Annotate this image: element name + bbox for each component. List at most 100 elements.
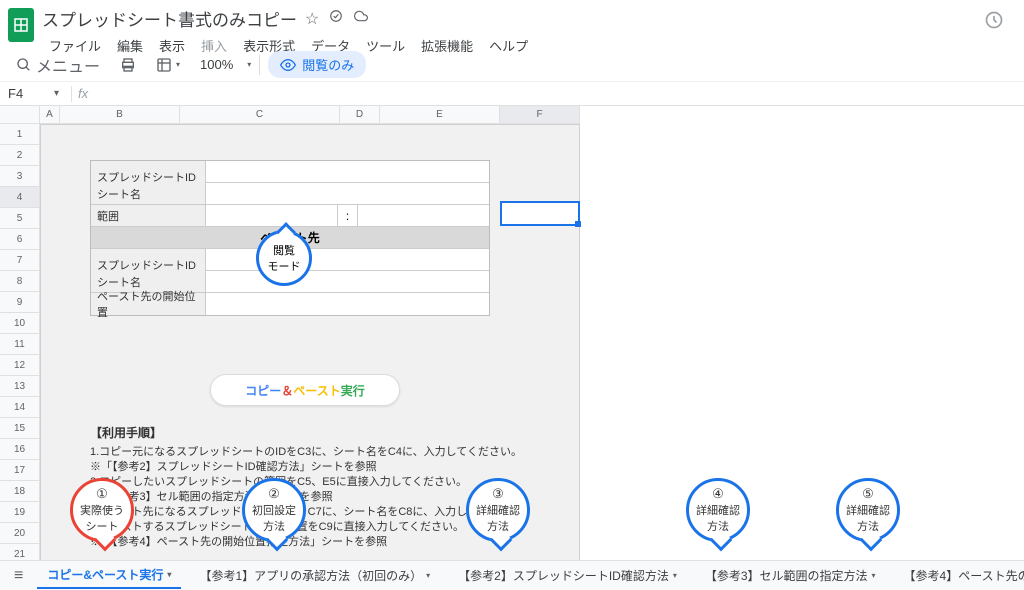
all-sheets-icon[interactable]: ≡ bbox=[8, 567, 29, 585]
row-header[interactable]: 9 bbox=[0, 292, 40, 313]
instruction-line: 4.ペーストするスプレッドシートの開始位置をC9に直接入力してください。 bbox=[90, 520, 532, 535]
row-header[interactable]: 18 bbox=[0, 481, 40, 502]
callout-num: ③ bbox=[492, 486, 504, 502]
sheets-logo-icon[interactable] bbox=[8, 8, 34, 42]
exec-amp: ＆ bbox=[281, 382, 293, 399]
field-dest-start[interactable] bbox=[206, 293, 489, 315]
exec-part3: 実行 bbox=[341, 382, 365, 399]
menu-search-label: メニュー bbox=[36, 53, 100, 77]
field-dest-id[interactable] bbox=[206, 249, 489, 270]
reference-bar: F4 ▾ fx bbox=[0, 82, 1024, 106]
print-icon[interactable] bbox=[114, 53, 142, 77]
label-dest-start: ペースト先の開始位置 bbox=[91, 293, 206, 315]
menu-help[interactable]: ヘルプ bbox=[482, 33, 535, 58]
callout-text: 初回設定 bbox=[252, 502, 296, 518]
menu-tools[interactable]: ツール bbox=[359, 33, 412, 58]
callout-text: 詳細確認 bbox=[476, 502, 520, 518]
row-header[interactable]: 8 bbox=[0, 271, 40, 292]
row-header[interactable]: 15 bbox=[0, 418, 40, 439]
cell-reference[interactable]: F4 bbox=[0, 86, 48, 101]
callout-num: ⑤ bbox=[862, 486, 874, 502]
exec-part2: ペースト bbox=[293, 382, 340, 399]
callout-text: モード bbox=[268, 258, 301, 274]
field-source-sheet[interactable] bbox=[206, 183, 489, 204]
sheet-tab-3[interactable]: 【参考2】スプレッドシートID確認方法▾ bbox=[448, 563, 687, 588]
row-header[interactable]: 14 bbox=[0, 397, 40, 418]
chevron-down-icon[interactable]: ▾ bbox=[673, 571, 677, 580]
view-only-badge[interactable]: 閲覧のみ bbox=[268, 51, 366, 78]
chevron-down-icon[interactable]: ▾ bbox=[167, 570, 171, 579]
star-icon[interactable]: ☆ bbox=[305, 9, 319, 29]
execute-button[interactable]: コピー ＆ ペースト 実行 bbox=[210, 374, 400, 406]
instruction-line: ※「【参考2】スプレッドシートID確認方法」シートを参照 bbox=[90, 460, 532, 475]
row-header[interactable]: 19 bbox=[0, 502, 40, 523]
instruction-line: 1.コピー元になるスプレッドシートのIDをC3に、シート名をC4に、入力してくだ… bbox=[90, 445, 532, 460]
col-header-B[interactable]: B bbox=[60, 106, 180, 124]
callout-4: ④ 詳細確認 方法 bbox=[686, 478, 750, 542]
col-header-A[interactable]: A bbox=[40, 106, 60, 124]
tab-label: 【参考1】アプリの承認方法（初回のみ） bbox=[199, 567, 422, 584]
select-all-corner[interactable] bbox=[0, 106, 40, 124]
callout-2: ② 初回設定 方法 bbox=[242, 478, 306, 542]
search-menu-button[interactable]: メニュー bbox=[10, 49, 106, 81]
cloud-icon[interactable] bbox=[353, 9, 369, 28]
row-header[interactable]: 3 bbox=[0, 166, 40, 187]
field-range-start[interactable] bbox=[206, 205, 338, 226]
col-header-D[interactable]: D bbox=[340, 106, 380, 124]
tab-label: コピー&ペースト実行 bbox=[47, 566, 163, 583]
menu-extensions[interactable]: 拡張機能 bbox=[414, 33, 480, 58]
callout-3: ③ 詳細確認 方法 bbox=[466, 478, 530, 542]
row-header[interactable]: 13 bbox=[0, 376, 40, 397]
filter-icon[interactable]: ▾ bbox=[150, 53, 186, 77]
row-header[interactable]: 1 bbox=[0, 124, 40, 145]
field-range-end[interactable] bbox=[358, 205, 489, 226]
sheet-tab-2[interactable]: 【参考1】アプリの承認方法（初回のみ） ▾ bbox=[189, 563, 440, 588]
history-icon[interactable] bbox=[984, 10, 1004, 35]
view-only-label: 閲覧のみ bbox=[302, 55, 354, 74]
instruction-line: 2.コピーしたいスプレッドシートの範囲をC5、E5に直接入力してください。 bbox=[90, 475, 532, 490]
col-header-C[interactable]: C bbox=[180, 106, 340, 124]
tab-label: 【参考4】ペースト先の開始位置指定方法 bbox=[904, 567, 1024, 584]
header: スプレッドシート書式のみコピー ☆ ファイル 編集 表示 挿入 表示形式 データ… bbox=[0, 0, 1024, 48]
instructions-heading: 【利用手順】 bbox=[90, 426, 532, 441]
document-title[interactable]: スプレッドシート書式のみコピー bbox=[42, 6, 297, 31]
callout-5: ⑤ 詳細確認 方法 bbox=[836, 478, 900, 542]
sheet-tab-4[interactable]: 【参考3】セル範囲の指定方法▾ bbox=[695, 563, 886, 588]
col-header-E[interactable]: E bbox=[380, 106, 500, 124]
row-header[interactable]: 6 bbox=[0, 229, 40, 250]
cellref-dropdown-icon[interactable]: ▾ bbox=[48, 88, 65, 99]
row-header[interactable]: 17 bbox=[0, 460, 40, 481]
callout-num: ② bbox=[268, 486, 280, 502]
exec-part1: コピー bbox=[245, 382, 281, 399]
row-header[interactable]: 5 bbox=[0, 208, 40, 229]
label-source-sheet: シート名 bbox=[91, 183, 206, 204]
row-header[interactable]: 11 bbox=[0, 334, 40, 355]
fx-separator bbox=[71, 86, 72, 102]
row-header[interactable]: 16 bbox=[0, 439, 40, 460]
sheet-tab-1[interactable]: コピー&ペースト実行 ▾ bbox=[37, 562, 181, 589]
row-header[interactable]: 4 bbox=[0, 187, 40, 208]
chevron-down-icon[interactable]: ▾ bbox=[872, 571, 876, 580]
col-header-F[interactable]: F bbox=[500, 106, 580, 124]
sheet-tabs-bar: ≡ コピー&ペースト実行 ▾ 【参考1】アプリの承認方法（初回のみ） ▾ 【参考2】… bbox=[0, 560, 1024, 590]
row-header[interactable]: 2 bbox=[0, 145, 40, 166]
field-source-id[interactable] bbox=[206, 161, 489, 182]
field-dest-sheet[interactable] bbox=[206, 271, 489, 292]
zoom-level[interactable]: 100% bbox=[194, 57, 239, 72]
row-header[interactable]: 7 bbox=[0, 250, 40, 271]
row-header[interactable]: 20 bbox=[0, 523, 40, 544]
callout-text: 閲覧 bbox=[273, 242, 295, 258]
callout-text: 詳細確認 bbox=[846, 502, 890, 518]
move-icon[interactable] bbox=[329, 9, 343, 28]
fx-label: fx bbox=[78, 86, 88, 101]
label-range: 範囲 bbox=[91, 205, 206, 226]
toolbar-separator bbox=[259, 55, 260, 75]
range-colon: : bbox=[338, 205, 358, 226]
sheet-tab-5[interactable]: 【参考4】ペースト先の開始位置指定方法▾ bbox=[894, 563, 1024, 588]
chevron-down-icon[interactable]: ▾ bbox=[426, 571, 430, 580]
menu-insert: 挿入 bbox=[194, 33, 234, 58]
active-cell[interactable] bbox=[500, 201, 580, 226]
row-header[interactable]: 12 bbox=[0, 355, 40, 376]
title-area: スプレッドシート書式のみコピー ☆ ファイル 編集 表示 挿入 表示形式 データ… bbox=[42, 6, 984, 58]
row-header[interactable]: 10 bbox=[0, 313, 40, 334]
